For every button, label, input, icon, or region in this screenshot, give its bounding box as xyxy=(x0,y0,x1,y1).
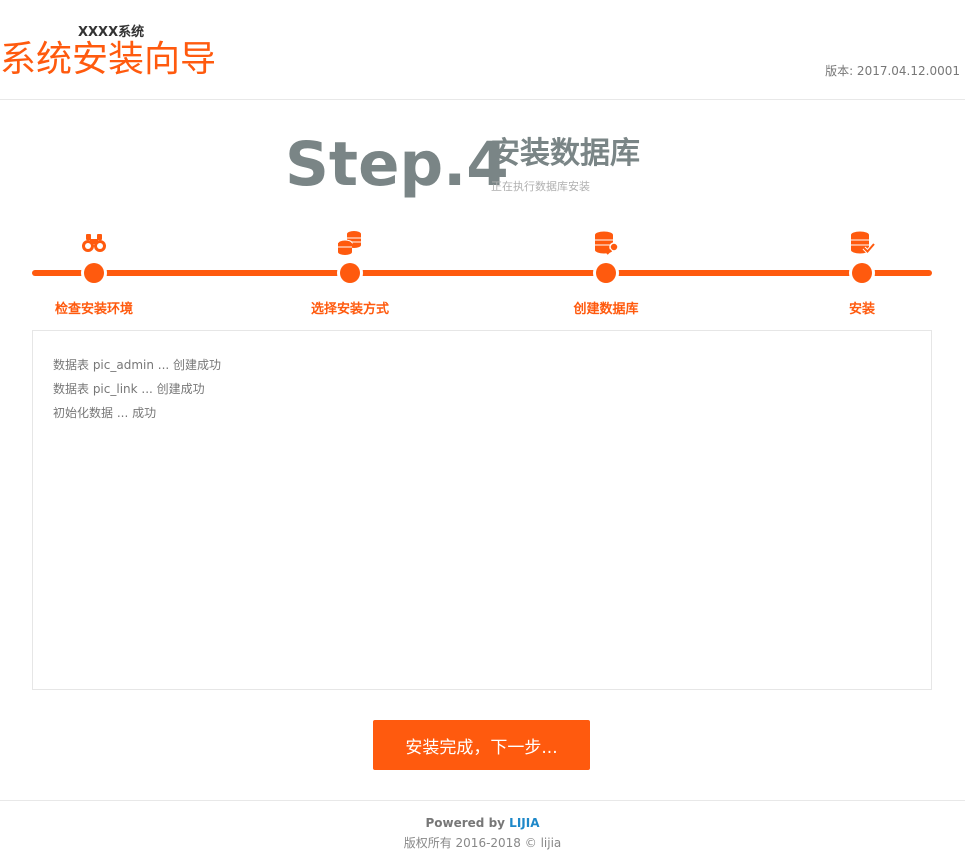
powered-prefix: Powered by xyxy=(425,816,510,830)
step-node-1 xyxy=(84,263,104,283)
log-line: 数据表 pic_admin ... 创建成功 xyxy=(53,358,222,372)
header: XXXX系统 系统安装向导 版本: 2017.04.12.0001 xyxy=(0,0,965,100)
binoculars-icon xyxy=(80,230,108,256)
powered-by: Powered by LIJIA xyxy=(0,816,965,830)
database-check-icon xyxy=(848,230,876,256)
step-node-3 xyxy=(596,263,616,283)
step-subtitle: 正在执行数据库安装 xyxy=(491,180,590,193)
page-title: 系统安装向导 xyxy=(0,39,217,80)
coins-icon xyxy=(336,230,364,256)
brand-link[interactable]: LIJIA xyxy=(509,816,539,830)
install-log[interactable]: 数据表 pic_admin ... 创建成功 数据表 pic_link ... … xyxy=(32,330,932,690)
database-key-icon xyxy=(592,230,620,256)
step-node-4 xyxy=(852,263,872,283)
progress-track xyxy=(32,270,932,276)
step-title: 安装数据库 xyxy=(490,136,640,171)
step-label-1: 检查安装环境 xyxy=(54,302,133,317)
footer: Powered by LIJIA 版权所有 2016-2018 © lijia xyxy=(0,800,965,862)
version-label: 版本: 2017.04.12.0001 xyxy=(825,64,960,78)
next-step-button[interactable]: 安装完成，下一步... xyxy=(373,720,590,770)
progress-steps: 检查安装环境 选择安装方式 创建数据库 安装 xyxy=(32,228,932,318)
step-label-4: 安装 xyxy=(848,302,875,317)
step-label-2: 选择安装方式 xyxy=(310,302,389,317)
log-line: 数据表 pic_link ... 创建成功 xyxy=(53,382,205,396)
step-number: Step.4 xyxy=(285,129,509,200)
copyright: 版权所有 2016-2018 © lijia xyxy=(403,836,562,850)
step-node-2 xyxy=(340,263,360,283)
log-line: 初始化数据 ... 成功 xyxy=(53,406,157,420)
step-heading: Step.4 安装数据库 正在执行数据库安装 xyxy=(285,128,705,208)
step-label-3: 创建数据库 xyxy=(573,302,639,317)
